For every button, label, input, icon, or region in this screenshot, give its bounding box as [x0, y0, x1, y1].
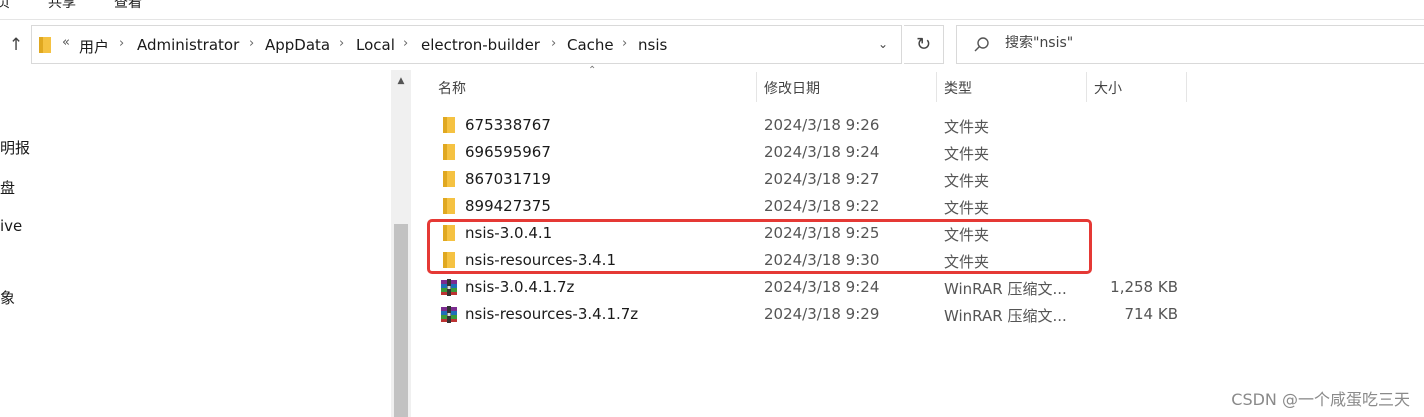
- file-name: 899427375: [465, 197, 551, 215]
- chevron-down-icon[interactable]: ⌄: [878, 37, 888, 51]
- search-box[interactable]: [956, 25, 1424, 64]
- up-arrow-icon[interactable]: ↑: [6, 34, 26, 56]
- column-header-type[interactable]: 类型: [944, 78, 972, 98]
- nav-scrollbar-thumb[interactable]: [394, 224, 408, 417]
- breadcrumb-separator[interactable]: ›: [551, 36, 556, 51]
- column-header-date[interactable]: 修改日期: [764, 78, 820, 98]
- breadcrumb-electron-builder[interactable]: electron-builder: [421, 36, 540, 54]
- breadcrumb-separator[interactable]: ›: [403, 36, 408, 51]
- nav-item-3[interactable]: ive: [0, 217, 22, 235]
- nav-item-4[interactable]: 象: [0, 287, 15, 308]
- file-row[interactable]: 899427375 2024/3/18 9:22 文件夹: [430, 193, 1190, 220]
- file-type: 文件夹: [944, 172, 990, 190]
- ribbon-tab-page[interactable]: 页: [0, 0, 10, 12]
- folder-icon: [440, 143, 458, 161]
- column-divider[interactable]: [1186, 72, 1187, 102]
- column-divider[interactable]: [1086, 72, 1087, 102]
- file-name: nsis-resources-3.4.1.7z: [465, 305, 639, 323]
- sort-ascending-icon: ⌃: [588, 65, 597, 76]
- breadcrumb-users[interactable]: 用户: [79, 36, 109, 57]
- breadcrumb-cache[interactable]: Cache: [567, 36, 614, 54]
- column-header-name[interactable]: 名称: [438, 78, 466, 98]
- nav-item-1[interactable]: 明报: [0, 137, 30, 158]
- ribbon-tab-share[interactable]: 共享: [48, 0, 76, 12]
- file-date: 2024/3/18 9:22: [764, 197, 880, 215]
- refresh-icon[interactable]: ↻: [904, 25, 944, 64]
- breadcrumb-appdata[interactable]: AppData: [265, 36, 330, 54]
- file-row[interactable]: 696595967 2024/3/18 9:24 文件夹: [430, 139, 1190, 166]
- file-row[interactable]: 675338767 2024/3/18 9:26 文件夹: [430, 112, 1190, 139]
- ribbon-tab-view[interactable]: 查看: [114, 0, 142, 12]
- file-date: 2024/3/18 9:26: [764, 116, 880, 134]
- file-name: nsis-3.0.4.1.7z: [465, 278, 575, 296]
- search-icon: [974, 37, 989, 52]
- address-bar[interactable]: « 用户 › Administrator › AppData › Local ›…: [31, 25, 902, 64]
- folder-icon: [440, 116, 458, 134]
- file-type: WinRAR 压缩文...: [944, 307, 1067, 325]
- breadcrumb-separator[interactable]: ›: [622, 36, 627, 51]
- breadcrumb-separator[interactable]: ›: [249, 36, 254, 51]
- file-size: 1,258 KB: [1110, 278, 1178, 296]
- file-type: 文件夹: [944, 145, 990, 163]
- file-row[interactable]: nsis-3.0.4.1.7z 2024/3/18 9:24 WinRAR 压缩文.…: [430, 274, 1190, 301]
- file-type: 文件夹: [944, 199, 990, 217]
- column-divider[interactable]: [756, 72, 757, 102]
- file-row[interactable]: 867031719 2024/3/18 9:27 文件夹: [430, 166, 1190, 193]
- file-name: 675338767: [465, 116, 551, 134]
- column-header-size[interactable]: 大小: [1094, 78, 1122, 98]
- winrar-archive-icon: [440, 278, 458, 296]
- folder-icon: [440, 197, 458, 215]
- winrar-archive-icon: [440, 305, 458, 323]
- ribbon-tabs: 页 共享 查看: [0, 0, 1424, 12]
- file-date: 2024/3/18 9:24: [764, 143, 880, 161]
- address-overflow-button[interactable]: «: [62, 35, 70, 50]
- search-input[interactable]: [1005, 35, 1305, 51]
- file-date: 2024/3/18 9:29: [764, 305, 880, 323]
- nav-item-2[interactable]: 盘: [0, 177, 15, 198]
- file-name: 867031719: [465, 170, 551, 188]
- highlight-box: [427, 219, 1092, 274]
- breadcrumb-local[interactable]: Local: [356, 36, 395, 54]
- scroll-up-icon[interactable]: ▲: [391, 72, 411, 90]
- folder-icon: [440, 170, 458, 188]
- breadcrumb-separator[interactable]: ›: [119, 36, 124, 51]
- address-folder-icon: [39, 37, 51, 53]
- breadcrumb-separator[interactable]: ›: [339, 36, 344, 51]
- file-name: 696595967: [465, 143, 551, 161]
- file-type: 文件夹: [944, 118, 990, 136]
- file-date: 2024/3/18 9:24: [764, 278, 880, 296]
- file-type: WinRAR 压缩文...: [944, 280, 1067, 298]
- watermark: CSDN @一个咸蛋吃三天: [1231, 390, 1410, 409]
- file-size: 714 KB: [1124, 305, 1178, 323]
- breadcrumb-administrator[interactable]: Administrator: [137, 36, 239, 54]
- breadcrumb-nsis[interactable]: nsis: [638, 36, 667, 54]
- column-divider[interactable]: [936, 72, 937, 102]
- file-date: 2024/3/18 9:27: [764, 170, 880, 188]
- file-row[interactable]: nsis-resources-3.4.1.7z 2024/3/18 9:29 Win…: [430, 301, 1190, 328]
- ribbon-divider: [0, 19, 1424, 20]
